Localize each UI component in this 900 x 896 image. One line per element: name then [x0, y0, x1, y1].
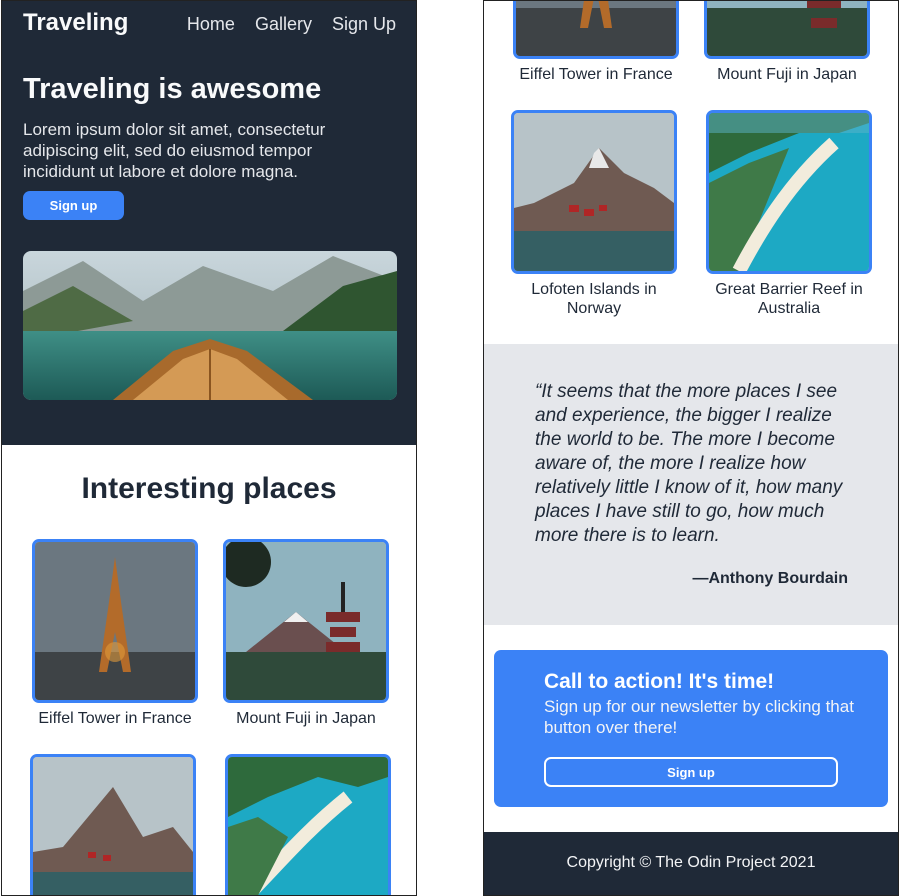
place-card-eiffel[interactable]: Eiffel Tower in France	[32, 539, 198, 728]
nav-signup-link[interactable]: Sign Up	[332, 14, 396, 35]
place-card-reef[interactable]: Great Barrier Reef in Australia	[706, 110, 872, 318]
place-card-eiffel-bottom[interactable]: Eiffel Tower in France	[513, 1, 679, 84]
place-card-fuji-bottom[interactable]: Mount Fuji in Japan	[704, 1, 870, 84]
hero-section: Traveling Home Gallery Sign Up Traveling…	[2, 1, 416, 445]
lofoten-image	[30, 754, 196, 895]
place-card-fuji[interactable]: Mount Fuji in Japan	[223, 539, 389, 728]
page-top-view: Traveling Home Gallery Sign Up Traveling…	[1, 0, 417, 896]
nav-gallery-link[interactable]: Gallery	[255, 14, 312, 35]
place-caption: Mount Fuji in Japan	[717, 66, 857, 83]
place-caption: Eiffel Tower in France	[38, 710, 192, 727]
nav-home-link[interactable]: Home	[187, 14, 235, 35]
place-caption: Mount Fuji in Japan	[236, 710, 376, 727]
top-nav: Home Gallery Sign Up	[187, 14, 396, 35]
quote-section: “It seems that the more places I see and…	[484, 344, 898, 625]
mount-fuji-image	[704, 1, 870, 59]
quote-author: —Anthony Bourdain	[692, 570, 848, 587]
hero-signup-button[interactable]: Sign up	[23, 191, 124, 220]
reef-image	[706, 110, 872, 274]
reef-image	[225, 754, 391, 895]
place-caption: Great Barrier Reef in Australia	[715, 281, 863, 317]
place-caption: Lofoten Islands in Norway	[531, 281, 657, 317]
page-bottom-view: Eiffel Tower in France Mount Fuji in Jap…	[483, 0, 899, 896]
place-card-lofoten[interactable]: Lofoten Islands in Norway	[511, 110, 677, 318]
cta-title: Call to action! It's time!	[544, 670, 775, 693]
cta-signup-button[interactable]: Sign up	[544, 757, 838, 787]
brand-logo[interactable]: Traveling	[23, 9, 128, 37]
mount-fuji-image	[223, 539, 389, 703]
eiffel-tower-image	[513, 1, 679, 59]
places-title: Interesting places	[81, 472, 337, 505]
lake-boat-image	[23, 251, 397, 400]
call-to-action: Call to action! It's time! Sign up for o…	[494, 650, 888, 807]
cta-text: Sign up for our newsletter by clicking t…	[544, 697, 854, 737]
eiffel-tower-image	[32, 539, 198, 703]
quote-text: “It seems that the more places I see and…	[535, 381, 843, 546]
hero-text: Lorem ipsum dolor sit amet, consectetur …	[23, 120, 326, 181]
place-card-reef-preview[interactable]	[225, 754, 391, 895]
footer: Copyright © The Odin Project 2021	[484, 832, 898, 895]
lofoten-image	[511, 110, 677, 274]
place-card-lofoten-preview[interactable]	[30, 754, 196, 895]
hero-title: Traveling is awesome	[23, 73, 322, 105]
place-caption: Eiffel Tower in France	[519, 66, 673, 83]
